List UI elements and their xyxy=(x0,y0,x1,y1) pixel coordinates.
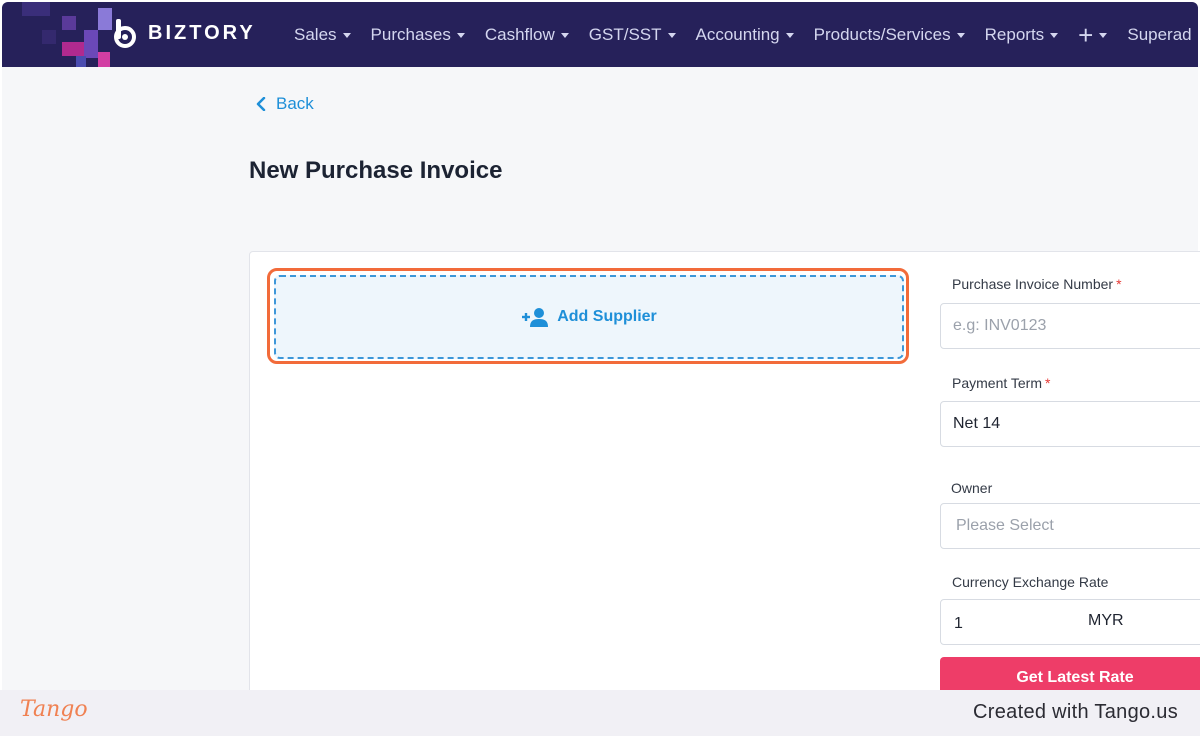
nav-label: Superad xyxy=(1127,24,1192,44)
add-supplier-label: Add Supplier xyxy=(557,308,657,325)
field-label-text: Purchase Invoice Number xyxy=(952,276,1114,292)
exchange-rate-input[interactable]: 1 xyxy=(940,599,1200,645)
main-menu: Sales Purchases Cashflow GST/SST Account… xyxy=(294,2,1192,67)
nav-item-products-services[interactable]: Products/Services xyxy=(814,25,965,45)
add-user-icon xyxy=(522,308,549,327)
required-mark: * xyxy=(1116,276,1122,292)
caret-down-icon xyxy=(1050,33,1059,38)
nav-item-reports[interactable]: Reports xyxy=(985,25,1059,45)
quick-add-menu[interactable]: + xyxy=(1078,19,1108,50)
brand-name: BIZTORY xyxy=(148,21,256,44)
payment-term-label: Payment Term * xyxy=(952,375,1050,391)
page-title: New Purchase Invoice xyxy=(249,157,503,184)
caret-down-icon xyxy=(456,33,465,38)
exchange-rate-label: Currency Exchange Rate xyxy=(952,574,1109,590)
caret-down-icon xyxy=(667,33,676,38)
tango-logo: Tango xyxy=(20,697,88,722)
plus-icon: + xyxy=(1078,19,1094,50)
nav-item-sales[interactable]: Sales xyxy=(294,25,351,45)
nav-item-superadmin[interactable]: Superad xyxy=(1127,25,1191,45)
caret-down-icon xyxy=(956,33,965,38)
nav-item-cashflow[interactable]: Cashflow xyxy=(485,25,569,45)
add-supplier-button[interactable]: Add Supplier xyxy=(274,275,904,359)
required-mark: * xyxy=(1045,375,1051,391)
currency-code: MYR xyxy=(1088,612,1124,629)
nav-label: Products/Services xyxy=(813,24,951,44)
invoice-number-input[interactable]: e.g: INV0123 xyxy=(940,303,1200,349)
biztory-logo-icon xyxy=(110,18,140,48)
field-label-text: Payment Term xyxy=(952,375,1042,391)
owner-select[interactable]: Please Select xyxy=(940,503,1200,549)
caret-down-icon xyxy=(560,33,569,38)
tango-credit: Created with Tango.us xyxy=(973,701,1178,723)
back-label: Back xyxy=(276,94,314,113)
nav-label: GST/SST xyxy=(588,24,662,44)
nav-label: Cashflow xyxy=(484,24,555,44)
back-link[interactable]: Back xyxy=(256,94,314,114)
top-navigation: BIZTORY Sales Purchases Cashflow GST/SST… xyxy=(2,2,1198,67)
chevron-left-icon xyxy=(256,97,266,111)
nav-label: Purchases xyxy=(370,24,451,44)
nav-label: Reports xyxy=(984,24,1045,44)
caret-down-icon xyxy=(785,33,794,38)
nav-label: Accounting xyxy=(695,24,780,44)
nav-label: Sales xyxy=(294,24,337,44)
caret-down-icon xyxy=(1099,33,1108,38)
payment-term-select[interactable]: Net 14 xyxy=(940,401,1200,447)
biztory-logo[interactable]: BIZTORY xyxy=(110,18,256,48)
nav-item-gst-sst[interactable]: GST/SST xyxy=(589,25,676,45)
nav-item-purchases[interactable]: Purchases xyxy=(371,25,465,45)
nav-item-accounting[interactable]: Accounting xyxy=(696,25,794,45)
invoice-number-label: Purchase Invoice Number * xyxy=(952,276,1122,292)
owner-label: Owner xyxy=(951,480,993,496)
caret-down-icon xyxy=(342,33,351,38)
